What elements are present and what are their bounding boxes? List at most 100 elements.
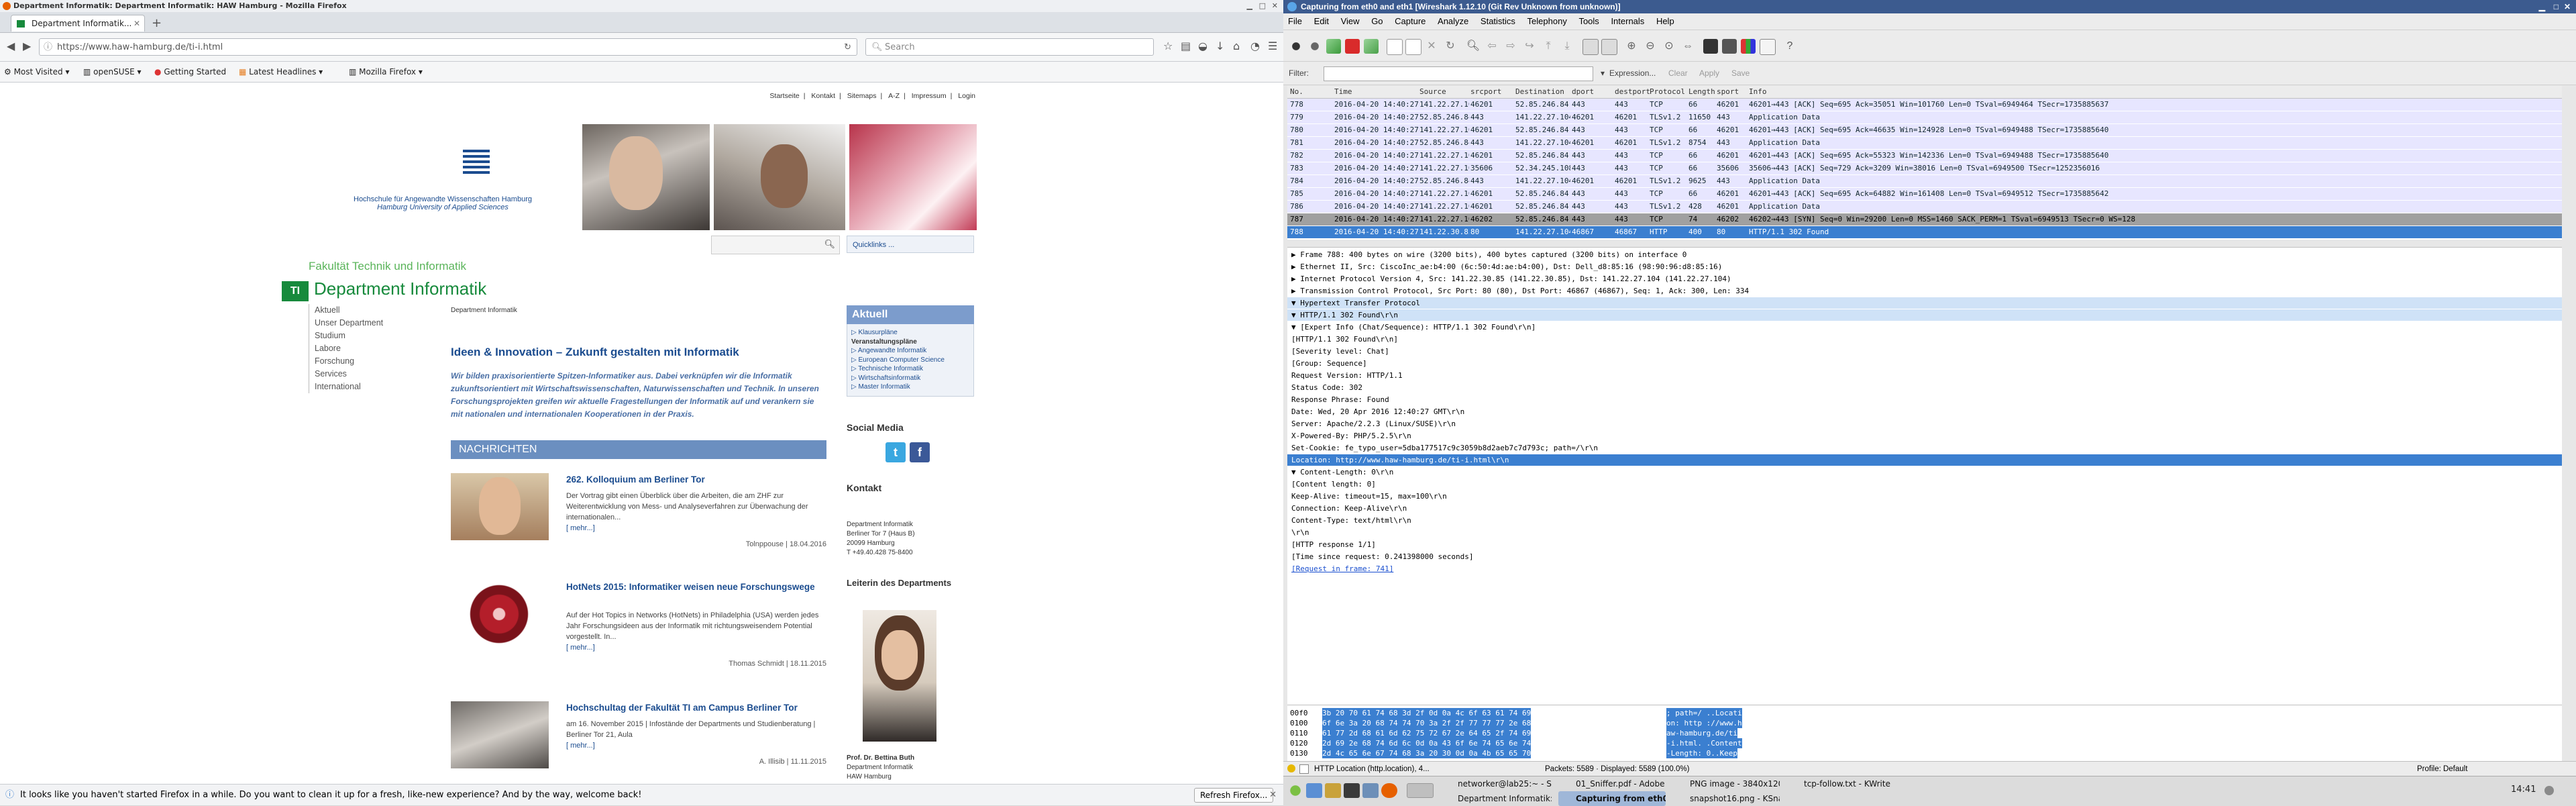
detail-line[interactable]: ▼ [Expert Info (Chat/Sequence): HTTP/1.1…	[1287, 321, 2562, 333]
expression-button[interactable]: Expression...	[1609, 62, 1656, 85]
sync-icon[interactable]: ◔	[1250, 41, 1260, 52]
detail-line[interactable]: [Time since request: 0.241398000 seconds…	[1287, 551, 2562, 562]
detail-line[interactable]: ▼ Content-Length: 0\r\n	[1287, 466, 2562, 478]
close-icon[interactable]: ✕	[1272, 0, 1278, 12]
nav-services[interactable]: Services	[315, 368, 383, 381]
detail-line[interactable]: Request Version: HTTP/1.1	[1287, 370, 2562, 381]
menu-telephony[interactable]: Telephony	[1527, 16, 1567, 26]
breadcrumb[interactable]: Department Informatik	[451, 307, 517, 314]
options-icon[interactable]	[1307, 39, 1322, 54]
menu-statistics[interactable]: Statistics	[1481, 16, 1515, 26]
menu-edit[interactable]: Edit	[1314, 16, 1329, 26]
detail-line[interactable]: [Request in frame: 741]	[1287, 563, 2562, 574]
detail-line[interactable]: Status Code: 302	[1287, 382, 2562, 393]
facebook-icon[interactable]: f	[910, 442, 930, 462]
save-file-icon[interactable]	[1405, 39, 1421, 55]
pocket-icon[interactable]: ◒	[1198, 41, 1208, 52]
column-header[interactable]: Protocol	[1650, 86, 1685, 98]
detail-line[interactable]: [HTTP/1.1 302 Found\r\n]	[1287, 334, 2562, 345]
bookmark-getting-started[interactable]: ● Getting Started	[154, 67, 226, 77]
pager-icon[interactable]	[1407, 783, 1434, 798]
bytes-row[interactable]: 0100 6f 6e 3a 20 68 74 74 70 3a 2f 2f 77 …	[1287, 718, 1891, 728]
toplink-login[interactable]: Login	[958, 92, 975, 100]
desktop-launcher-icon[interactable]	[1362, 783, 1379, 798]
menu-analyze[interactable]: Analyze	[1438, 16, 1468, 26]
column-header[interactable]: Source	[1419, 86, 1446, 98]
quicklinks-select[interactable]: Quicklinks ...	[847, 236, 974, 253]
detail-line[interactable]: ▶ Ethernet II, Src: CiscoInc_ae:b4:00 (6…	[1287, 261, 2562, 272]
menu-help[interactable]: Help	[1656, 16, 1674, 26]
bytes-row[interactable]: 0130 2d 4c 65 6e 67 74 68 3a 20 30 0d 0a …	[1287, 748, 1891, 758]
detail-line[interactable]: ▶ Frame 788: 400 bytes on wire (3200 bit…	[1287, 249, 2562, 260]
last-packet-icon[interactable]: ⤓	[1560, 39, 1574, 54]
toplink-impressum[interactable]: Impressum	[912, 92, 947, 100]
search-bar[interactable]: 🔍︎ Search	[865, 38, 1154, 56]
bytes-row[interactable]: 0120 2d 69 2e 68 74 6d 6c 0d 0a 43 6f 6e …	[1287, 738, 1891, 748]
toplink-sitemaps[interactable]: Sitemaps	[847, 92, 877, 100]
back-icon[interactable]: ◀	[7, 41, 15, 52]
menu-file[interactable]: File	[1288, 16, 1302, 26]
menu-capture[interactable]: Capture	[1395, 16, 1426, 26]
minimize-icon[interactable]: ▁	[2539, 0, 2545, 13]
menu-view[interactable]: View	[1341, 16, 1360, 26]
stop-capture-icon[interactable]	[1345, 39, 1360, 54]
bookmark-latest-headlines[interactable]: ▦ Latest Headlines ▾	[239, 67, 323, 77]
haw-logo-icon[interactable]	[463, 150, 490, 177]
reload-icon[interactable]: ↻	[844, 39, 851, 56]
packet-row[interactable]: 788 2016-04-20 14:40:27.783449000141.22.3…	[1287, 226, 2562, 238]
news-title[interactable]: 262. Kolloquium am Berliner Tor	[566, 473, 821, 486]
packet-row[interactable]: 785 2016-04-20 14:40:27.780697000141.22.2…	[1287, 188, 2562, 200]
column-header[interactable]: Info	[1749, 86, 1767, 98]
clock[interactable]: 14:41	[2511, 785, 2536, 795]
info-icon[interactable]: ⓘ	[44, 39, 52, 56]
bookmark-star-icon[interactable]: ☆	[1163, 41, 1173, 52]
detail-line[interactable]: Location: http://www.haw-hamburg.de/ti-i…	[1287, 454, 2562, 466]
aktuell-item[interactable]: ▷ Wirtschaftsinformatik	[851, 374, 969, 383]
save-button[interactable]: Save	[1731, 62, 1750, 85]
bookmark-opensuse[interactable]: ▥ openSUSE ▾	[83, 67, 142, 77]
packet-row[interactable]: 778 2016-04-20 14:40:27.732631000141.22.2…	[1287, 99, 2562, 111]
task-kwrite[interactable]: tcp-follow.txt - KWrite	[1786, 776, 1894, 791]
close-file-icon[interactable]: ✕	[1424, 39, 1439, 54]
detail-line[interactable]: Response Phrase: Found	[1287, 394, 2562, 405]
packet-row[interactable]: 781 2016-04-20 14:40:27.75661500052.85.24…	[1287, 137, 2562, 149]
news-title[interactable]: Hochschultag der Fakultät TI am Campus B…	[566, 701, 821, 714]
toplink-startseite[interactable]: Startseite	[769, 92, 799, 100]
packet-row[interactable]: 779 2016-04-20 14:40:27.75654500052.85.24…	[1287, 111, 2562, 123]
menu-go[interactable]: Go	[1371, 16, 1383, 26]
konsole-launcher-icon[interactable]	[1344, 783, 1360, 798]
normal-size-icon[interactable]: ⊙	[1662, 39, 1676, 54]
detail-line[interactable]: X-Powered-By: PHP/5.2.5\r\n	[1287, 430, 2562, 442]
packet-row[interactable]: 784 2016-04-20 14:40:27.78066800052.85.24…	[1287, 175, 2562, 187]
resize-columns-icon[interactable]: ⇔	[1680, 39, 1695, 54]
nav-labore[interactable]: Labore	[315, 342, 383, 355]
detail-line[interactable]: ▶ Internet Protocol Version 4, Src: 141.…	[1287, 273, 2562, 285]
news-more-link[interactable]: [ mehr...]	[566, 644, 595, 652]
column-header[interactable]: No.	[1290, 86, 1303, 98]
news-more-link[interactable]: [ mehr...]	[566, 524, 595, 532]
toplink-kontakt[interactable]: Kontakt	[811, 92, 835, 100]
aktuell-item[interactable]: ▷ Master Informatik	[851, 383, 969, 392]
help-icon[interactable]: ?	[1782, 39, 1797, 54]
detail-line[interactable]: Keep-Alive: timeout=15, max=100\r\n	[1287, 491, 2562, 502]
nav-studium[interactable]: Studium	[315, 330, 383, 342]
task-png-image[interactable]: PNG image - 3840x1200 Pixels	[1672, 776, 1780, 791]
aktuell-item[interactable]: ▷ European Computer Science	[851, 356, 969, 365]
twitter-icon[interactable]: t	[885, 442, 906, 462]
go-to-packet-icon[interactable]: ↪	[1522, 39, 1537, 54]
site-search-input[interactable]: 🔍︎	[711, 236, 840, 254]
task-wireshark[interactable]: Capturing from eth0 and eth1	[1558, 791, 1666, 806]
zoom-in-icon[interactable]: ⊕	[1624, 39, 1639, 54]
clear-button[interactable]: Clear	[1668, 62, 1688, 85]
capture-comment-icon[interactable]	[1299, 764, 1309, 774]
bytes-row[interactable]: 00f0 3b 20 70 61 74 68 3d 2f 0d 0a 4c 6f …	[1287, 708, 1891, 718]
column-header[interactable]: sport	[1717, 86, 1739, 98]
minimize-icon[interactable]: ▁	[1247, 0, 1252, 12]
task-konsole[interactable]: networker@lab25:~ - Shell No. 2 - Konsol…	[1440, 776, 1552, 791]
aktuell-item[interactable]: ▷ Angewandte Informatik	[851, 346, 969, 356]
library-icon[interactable]: ▤	[1181, 41, 1191, 52]
close-icon[interactable]: ✕	[2564, 0, 2571, 13]
packet-row[interactable]: 782 2016-04-20 14:40:27.756630000141.22.2…	[1287, 150, 2562, 162]
apply-button[interactable]: Apply	[1699, 62, 1719, 85]
aktuell-item[interactable]: ▷ Klausurpläne	[851, 328, 969, 338]
